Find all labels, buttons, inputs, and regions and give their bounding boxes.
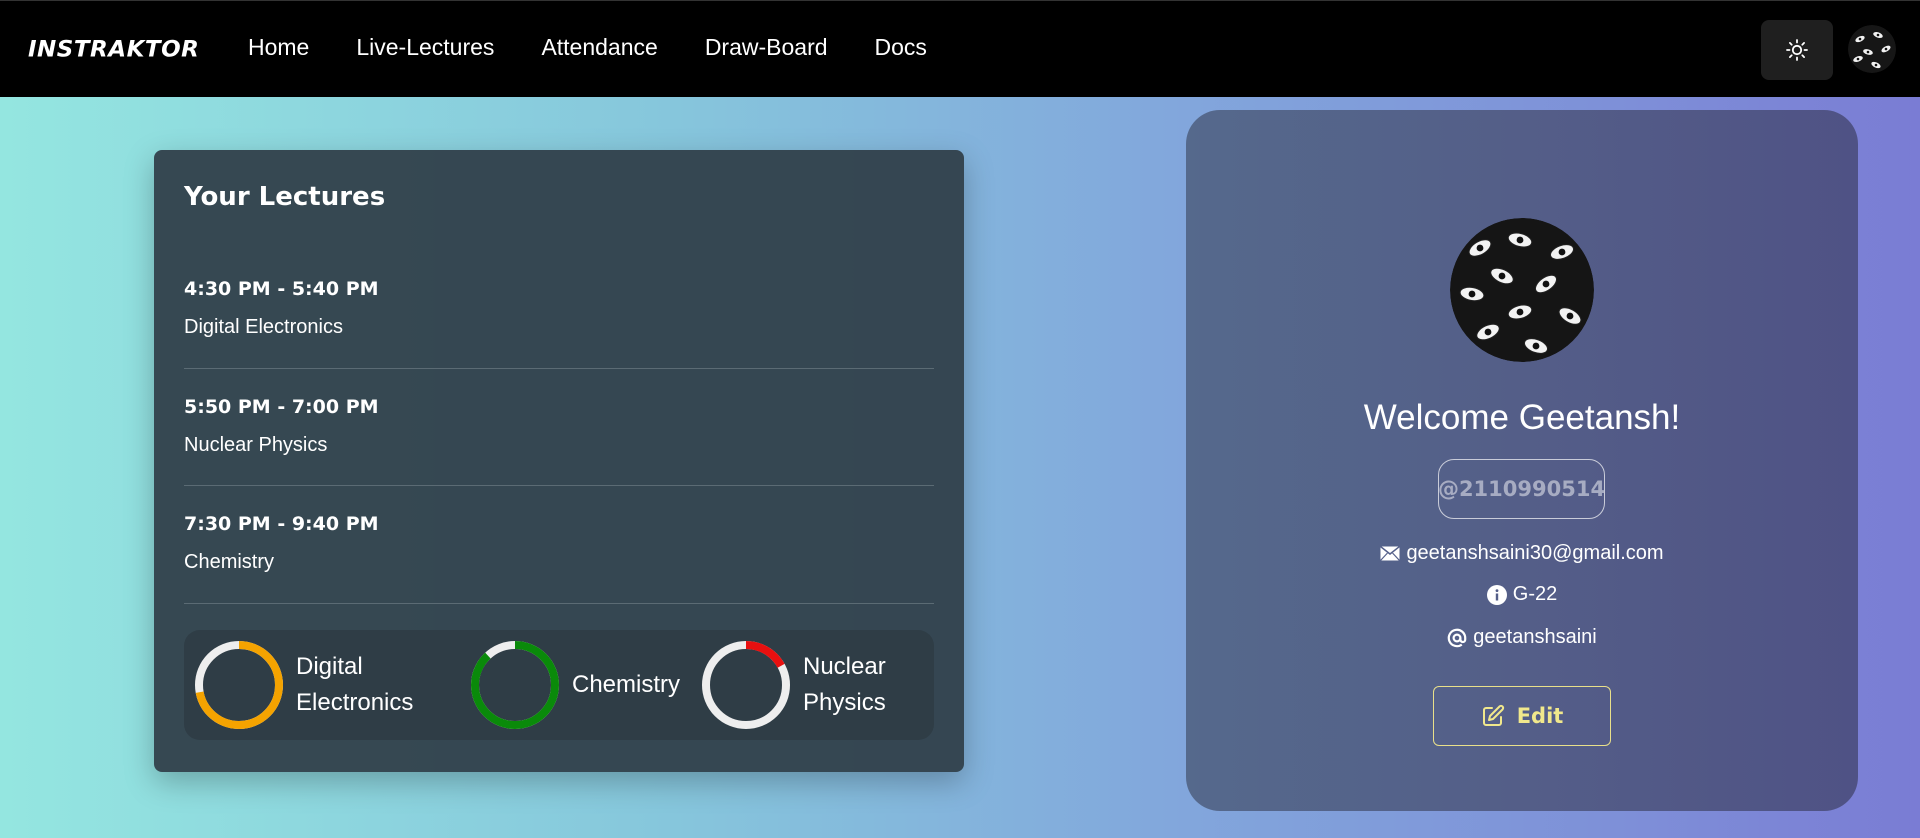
profile-avatar [1450, 218, 1594, 362]
progress-label: Chemistry [572, 671, 681, 698]
lecture-progress-panel: Digital Electronics Chemistry Nuclear Ph… [184, 630, 934, 740]
email-row: geetanshsaini30@gmail.com [1186, 542, 1858, 565]
navbar: INSTRAKTOR Home Live-Lectures Attendance… [0, 0, 1920, 97]
nav-link-home[interactable]: Home [248, 34, 309, 61]
profile-card: Welcome Geetansh! @2110990514 geetanshsa… [1186, 110, 1858, 811]
username-badge: @2110990514 [1438, 459, 1605, 519]
user-avatar-button[interactable] [1848, 25, 1896, 73]
divider [184, 368, 934, 369]
nav-link-attendance[interactable]: Attendance [541, 34, 657, 61]
lecture-time: 4:30 PM - 5:40 PM [184, 278, 379, 300]
info-icon [1486, 584, 1507, 605]
app-logo[interactable]: INSTRAKTOR [28, 38, 199, 63]
edit-label: Edit [1516, 704, 1564, 728]
theme-toggle-button[interactable] [1761, 20, 1833, 80]
lecture-item[interactable]: 5:50 PM - 7:00 PM Nuclear Physics [184, 396, 934, 457]
progress-item-chemistry: Chemistry [468, 638, 680, 732]
progress-label: Digital Electronics [296, 653, 414, 716]
lecture-time: 5:50 PM - 7:00 PM [184, 396, 379, 418]
progress-ring [702, 641, 790, 729]
handle-row: geetanshsaini [1186, 626, 1858, 649]
nav-links: Home Live-Lectures Attendance Draw-Board… [248, 34, 974, 61]
handle-text: geetanshsaini [1473, 626, 1597, 648]
at-icon [1447, 628, 1467, 648]
welcome-heading: Welcome Geetansh! [1363, 398, 1681, 437]
lectures-card: Your Lectures 4:30 PM - 5:40 PM Digital … [154, 150, 964, 772]
eyes-pattern-avatar-icon [1848, 25, 1896, 73]
lectures-title: Your Lectures [184, 182, 386, 212]
progress-label: Nuclear Physics [803, 653, 886, 716]
edit-profile-button[interactable]: Edit [1433, 686, 1611, 746]
lecture-time: 7:30 PM - 9:40 PM [184, 513, 379, 535]
progress-ring-arc [471, 641, 559, 729]
edit-icon [1481, 704, 1505, 728]
divider [184, 485, 934, 486]
lecture-subject: Digital Electronics [184, 316, 343, 338]
mail-icon [1380, 546, 1401, 561]
progress-item-nuclear-physics: Nuclear Physics [699, 638, 886, 732]
lecture-subject: Nuclear Physics [184, 434, 328, 456]
lecture-item[interactable]: 4:30 PM - 5:40 PM Digital Electronics [184, 278, 934, 339]
nav-link-docs[interactable]: Docs [875, 34, 927, 61]
nav-link-live-lectures[interactable]: Live-Lectures [356, 34, 494, 61]
eyes-pattern-avatar-icon [1450, 218, 1594, 362]
email-text: geetanshsaini30@gmail.com [1406, 542, 1664, 564]
nav-link-draw-board[interactable]: Draw-Board [705, 34, 828, 61]
progress-ring [195, 641, 283, 729]
divider [184, 603, 934, 604]
lecture-subject: Chemistry [184, 551, 275, 573]
group-text: G-22 [1512, 583, 1558, 605]
progress-item-digital-electronics: Digital Electronics [192, 638, 413, 732]
group-row: G-22 [1186, 583, 1858, 606]
progress-ring [471, 641, 559, 729]
lecture-item[interactable]: 7:30 PM - 9:40 PM Chemistry [184, 513, 934, 574]
sun-icon [1786, 39, 1808, 61]
